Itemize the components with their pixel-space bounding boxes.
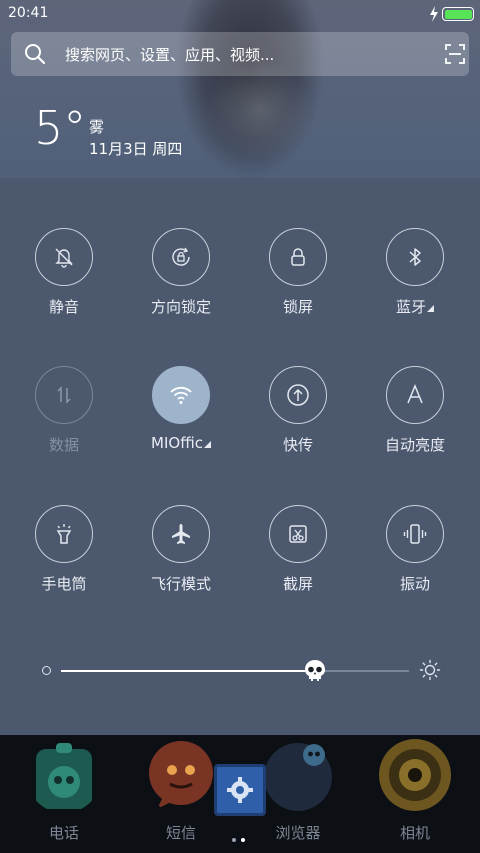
auto-brightness-icon: [407, 384, 423, 404]
status-bar: 20:41: [0, 0, 480, 28]
page-dot: [232, 838, 236, 842]
brightness-slider-track[interactable]: [61, 670, 409, 672]
toggle-lock-screen-button[interactable]: [269, 228, 327, 286]
toggle-mute-button[interactable]: [35, 228, 93, 286]
toggle-wifi-text: MIOffic: [151, 434, 203, 452]
lock-icon: [291, 248, 305, 266]
airplane-icon: [172, 524, 190, 544]
toggle-flashlight-button[interactable]: [35, 505, 93, 563]
toggle-bluetooth-label: 蓝牙: [357, 296, 473, 317]
weather-condition: 雾: [89, 118, 105, 136]
toggle-quick-share-button[interactable]: [269, 366, 327, 424]
home-dock: 电话 短信 浏览器 相机: [0, 735, 480, 853]
mute-bell-icon: [55, 248, 73, 268]
dock-app-camera-label: 相机: [399, 824, 430, 842]
toggle-lock-screen-label: 锁屏: [282, 298, 313, 316]
toggle-rotation-lock-button[interactable]: [152, 228, 210, 286]
brightness-control: [0, 656, 480, 686]
toggle-auto-brightness-label: 自动亮度: [384, 436, 445, 454]
dock-app-phone-label: 电话: [48, 824, 79, 842]
vibrate-icon: [403, 524, 427, 544]
toggle-airplane-label: 飞行模式: [150, 575, 211, 593]
brightness-high-icon: [419, 659, 441, 681]
toggle-airplane-button[interactable]: [152, 505, 210, 563]
search-icon: [25, 44, 46, 65]
toggle-vibrate[interactable]: 振动: [357, 505, 473, 615]
toggle-screenshot[interactable]: 截屏: [240, 505, 356, 615]
browser-app-icon: [264, 743, 332, 811]
weather-date: 11月3日 周四: [89, 140, 183, 158]
toggle-mobile-data-label: 数据: [48, 436, 79, 454]
toggle-bluetooth[interactable]: 蓝牙: [357, 228, 473, 338]
page-indicator: [232, 827, 252, 842]
toggle-bluetooth-text: 蓝牙: [395, 298, 426, 316]
toggle-auto-brightness-button[interactable]: [386, 366, 444, 424]
toggle-wifi-label: MIOffic: [123, 434, 239, 452]
weather-temperature[interactable]: 5°: [34, 105, 86, 151]
settings-app-shortcut[interactable]: [214, 764, 266, 816]
menu-indicator-icon: [427, 305, 434, 312]
dock-app-camera[interactable]: 相机: [357, 735, 467, 853]
wifi-icon: [170, 386, 192, 404]
toggle-wifi-button[interactable]: [152, 366, 210, 424]
settings-app-icon: [227, 777, 253, 803]
toggle-vibrate-label: 振动: [399, 575, 430, 593]
rotation-lock-icon: [172, 247, 190, 266]
menu-indicator-icon: [203, 441, 211, 448]
dock-app-phone[interactable]: 电话: [6, 735, 116, 853]
toggle-rotation-lock[interactable]: 方向锁定: [123, 228, 239, 338]
status-time: 20:41: [8, 5, 49, 21]
brightness-slider-thumb[interactable]: [303, 659, 327, 683]
dock-app-messages-label: 短信: [165, 824, 196, 842]
toggle-flashlight[interactable]: 手电筒: [6, 505, 122, 615]
toggle-screenshot-label: 截屏: [282, 575, 313, 593]
toggle-airplane[interactable]: 飞行模式: [123, 505, 239, 615]
phone-app-icon: [36, 743, 92, 809]
bluetooth-icon: [409, 248, 421, 266]
page-dot: [241, 838, 245, 842]
toggle-lock-screen[interactable]: 锁屏: [240, 228, 356, 338]
camera-app-icon: [379, 739, 451, 811]
toggle-quick-share[interactable]: 快传: [240, 366, 356, 476]
toggle-auto-brightness[interactable]: 自动亮度: [357, 366, 473, 476]
dock-app-browser-label: 浏览器: [275, 824, 321, 842]
toggle-mobile-data[interactable]: 数据: [6, 366, 122, 476]
toggle-mobile-data-button[interactable]: [35, 366, 93, 424]
battery-fill: [444, 9, 472, 19]
toggle-quick-share-label: 快传: [282, 436, 313, 454]
mobile-data-icon: [57, 386, 71, 404]
brightness-low-icon: [42, 666, 51, 675]
search-placeholder: 搜索网页、设置、应用、视频...: [65, 46, 275, 64]
flashlight-icon: [56, 524, 72, 544]
search-bar[interactable]: 搜索网页、设置、应用、视频...: [11, 32, 469, 76]
messages-app-icon: [149, 741, 213, 809]
toggle-wifi[interactable]: MIOffic: [123, 366, 239, 476]
toggle-vibrate-button[interactable]: [386, 505, 444, 563]
toggle-screenshot-button[interactable]: [269, 505, 327, 563]
toggle-mute-label: 静音: [48, 298, 79, 316]
toggle-rotation-lock-label: 方向锁定: [150, 298, 211, 316]
brightness-slider-fill: [61, 670, 316, 672]
battery-icon: [442, 7, 474, 21]
toggle-mute[interactable]: 静音: [6, 228, 122, 338]
quick-settings-panel: 静音 方向锁定 锁屏 蓝牙 数据 MIOffic 快传 自动亮度 手电筒 飞行模…: [0, 178, 480, 735]
screenshot-icon: [289, 525, 307, 543]
quick-share-icon: [287, 384, 309, 406]
scan-icon[interactable]: [445, 44, 465, 64]
toggle-flashlight-label: 手电筒: [41, 575, 87, 593]
toggle-bluetooth-button[interactable]: [386, 228, 444, 286]
charging-bolt-icon: [430, 6, 438, 22]
